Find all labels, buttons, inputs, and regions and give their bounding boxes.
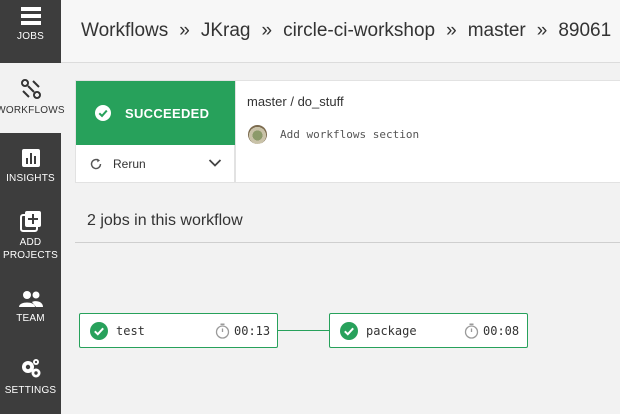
rerun-button[interactable]: Rerun (76, 145, 235, 183)
check-circle-icon (90, 322, 108, 340)
card-divider (235, 81, 236, 183)
sidebar-nav: JOBS WORKFLOWS INSIGHTS ADD PROJECTS TEA… (0, 0, 65, 414)
jobs-divider (75, 242, 620, 243)
sidebar-item-jobs[interactable]: JOBS (0, 6, 61, 56)
add-projects-icon (19, 211, 41, 232)
sidebar-item-add-projects[interactable]: ADD PROJECTS (0, 210, 61, 270)
insights-icon (21, 149, 40, 167)
branch-job-link[interactable]: master / do_stuff (247, 94, 344, 109)
app-root: JOBS WORKFLOWS INSIGHTS ADD PROJECTS TEA… (0, 0, 620, 414)
check-circle-icon (340, 322, 358, 340)
job-name: package (366, 324, 417, 338)
avatar (248, 125, 267, 144)
sidebar-item-insights[interactable]: INSIGHTS (0, 148, 61, 193)
sidebar-item-label: WORKFLOWS (0, 105, 65, 116)
settings-icon (21, 359, 40, 378)
breadcrumb-separator: » (446, 20, 457, 41)
breadcrumb-separator: » (536, 20, 548, 41)
stopwatch-icon (464, 323, 479, 339)
breadcrumb-branch[interactable]: master (468, 20, 526, 42)
status-badge: SUCCEEDED (76, 81, 235, 145)
jobs-icon (20, 7, 41, 25)
job-name: test (116, 324, 145, 338)
sidebar-item-team[interactable]: TEAM (0, 290, 61, 335)
sidebar-item-label: TEAM (16, 313, 45, 324)
breadcrumb-separator: » (261, 20, 273, 41)
jobs-heading: 2 jobs in this workflow (87, 212, 243, 229)
sidebar-item-label: JOBS (17, 31, 44, 42)
job-duration: 00:13 (234, 324, 271, 338)
job-duration: 00:08 (483, 324, 520, 338)
workflows-icon (20, 79, 41, 99)
check-circle-icon (95, 105, 111, 121)
rerun-label: Rerun (113, 157, 146, 171)
job-card-test[interactable]: test 00:13 (79, 313, 278, 348)
job-connector (278, 330, 329, 331)
sidebar-item-settings[interactable]: SETTINGS (0, 358, 61, 403)
status-text: SUCCEEDED (125, 105, 210, 121)
breadcrumb-project[interactable]: circle-ci-workshop (283, 20, 435, 42)
breadcrumb-workflows[interactable]: Workflows (81, 20, 168, 42)
breadcrumb-workflow-id[interactable]: 89061 (558, 20, 611, 42)
job-card-package[interactable]: package 00:08 (329, 313, 528, 348)
breadcrumb: Workflows » JKrag » circle-ci-workshop »… (61, 0, 620, 63)
sidebar-item-workflows[interactable]: WORKFLOWS (0, 63, 65, 133)
breadcrumb-org[interactable]: JKrag (201, 20, 251, 42)
refresh-icon (90, 158, 102, 170)
stopwatch-icon (215, 323, 230, 339)
commit-message[interactable]: Add workflows section (280, 128, 419, 141)
sidebar-item-label: SETTINGS (4, 385, 57, 396)
commit-info: Add workflows section (248, 125, 419, 144)
breadcrumb-separator: » (179, 20, 190, 41)
team-icon (18, 291, 43, 307)
sidebar-item-label: ADD PROJECTS (3, 237, 58, 261)
workflow-summary-card: SUCCEEDED Rerun master / do_stuff Add wo… (75, 80, 620, 183)
sidebar-item-label: INSIGHTS (6, 173, 55, 184)
chevron-down-icon[interactable] (208, 158, 222, 168)
